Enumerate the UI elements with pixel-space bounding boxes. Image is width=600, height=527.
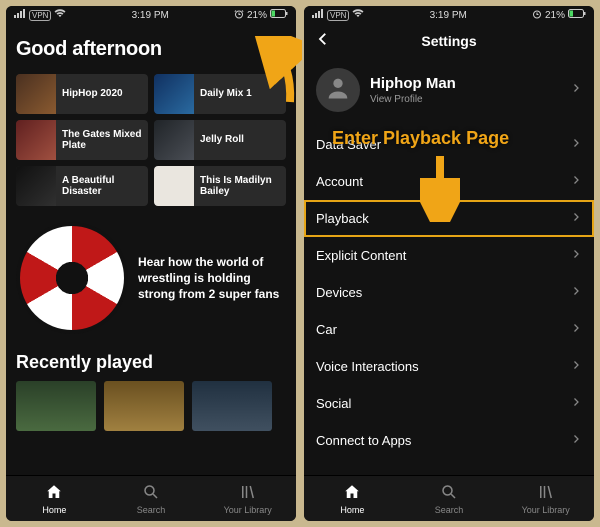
profile-name: Hiphop Man — [370, 75, 456, 92]
battery-percent: 21% — [247, 10, 267, 21]
nav-label: Home — [42, 505, 66, 515]
status-bar: VPN 3:19 PM 21% — [6, 6, 296, 24]
recently-played-row[interactable] — [6, 377, 296, 431]
recent-card[interactable] — [192, 381, 272, 431]
chevron-right-icon — [570, 137, 582, 152]
home-icon — [343, 483, 361, 503]
mix-tile[interactable]: Jelly Roll — [154, 120, 286, 160]
promo-artwork — [16, 222, 128, 334]
mix-tile[interactable]: The Gates Mixed Plate — [16, 120, 148, 160]
annotation-arrow-to-playback — [420, 152, 460, 222]
search-icon — [440, 483, 458, 503]
recently-played-heading: Recently played — [6, 340, 296, 377]
nav-label: Search — [137, 505, 166, 515]
menu-item-devices[interactable]: Devices — [304, 274, 594, 311]
wifi-icon — [54, 9, 66, 21]
status-time: 3:19 PM — [132, 10, 169, 21]
greeting-heading: Good afternoon — [16, 38, 162, 61]
menu-item-label: Playback — [316, 211, 369, 226]
signal-icon — [312, 9, 324, 21]
menu-item-label: Data Saver — [316, 137, 381, 152]
recent-card[interactable] — [104, 381, 184, 431]
menu-item-label: Explicit Content — [316, 248, 406, 263]
wifi-icon — [352, 9, 364, 21]
mix-tile[interactable]: A Beautiful Disaster — [16, 166, 148, 206]
menu-item-label: Account — [316, 174, 363, 189]
mix-tile-label: HipHop 2020 — [56, 88, 129, 100]
mix-tile-label: This Is Madilyn Bailey — [194, 175, 286, 198]
phone-settings: VPN 3:19 PM 21% Settings — [304, 6, 594, 521]
avatar — [316, 68, 360, 112]
chevron-right-icon — [570, 285, 582, 300]
vpn-indicator: VPN — [327, 10, 349, 21]
nav-label: Your Library — [224, 505, 272, 515]
menu-item-label: Car — [316, 322, 337, 337]
menu-item-label: Connect to Apps — [316, 433, 411, 448]
status-bar: VPN 3:19 PM 21% — [304, 6, 594, 24]
user-icon — [324, 74, 352, 107]
chevron-right-icon — [570, 248, 582, 263]
battery-icon — [270, 9, 288, 21]
nav-label: Search — [435, 505, 464, 515]
nav-search[interactable]: Search — [103, 476, 200, 521]
mix-tile-label: The Gates Mixed Plate — [56, 129, 148, 152]
vpn-indicator: VPN — [29, 10, 51, 21]
chevron-right-icon — [570, 433, 582, 448]
mix-tile[interactable]: HipHop 2020 — [16, 74, 148, 114]
nav-home[interactable]: Home — [304, 476, 401, 521]
search-icon — [142, 483, 160, 503]
promo-text: Hear how the world of wrestling is holdi… — [138, 254, 286, 303]
settings-title: Settings — [304, 33, 594, 49]
chevron-right-icon — [570, 359, 582, 374]
bottom-nav: Home Search Your Library — [6, 475, 296, 521]
annotation-arrow-to-gear — [242, 36, 302, 106]
alarm-icon — [532, 9, 542, 22]
nav-library[interactable]: Your Library — [497, 476, 594, 521]
chevron-right-icon — [570, 174, 582, 189]
signal-icon — [14, 9, 26, 21]
mix-tile-label: Jelly Roll — [194, 134, 250, 146]
status-time: 3:19 PM — [430, 10, 467, 21]
nav-label: Your Library — [522, 505, 570, 515]
chevron-right-icon — [570, 396, 582, 411]
profile-subtitle: View Profile — [370, 94, 456, 105]
menu-item-label: Social — [316, 396, 351, 411]
menu-item-connect[interactable]: Connect to Apps — [304, 422, 594, 459]
profile-row[interactable]: Hiphop Man View Profile — [304, 58, 594, 126]
nav-home[interactable]: Home — [6, 476, 103, 521]
menu-item-social[interactable]: Social — [304, 385, 594, 422]
nav-search[interactable]: Search — [401, 476, 498, 521]
chevron-right-icon — [570, 211, 582, 226]
menu-item-car[interactable]: Car — [304, 311, 594, 348]
menu-item-label: Voice Interactions — [316, 359, 419, 374]
nav-library[interactable]: Your Library — [199, 476, 296, 521]
library-icon — [239, 483, 257, 503]
library-icon — [537, 483, 555, 503]
alarm-icon — [234, 9, 244, 22]
nav-label: Home — [340, 505, 364, 515]
battery-percent: 21% — [545, 10, 565, 21]
home-icon — [45, 483, 63, 503]
promo-card[interactable]: Hear how the world of wrestling is holdi… — [6, 208, 296, 340]
mix-tile[interactable]: This Is Madilyn Bailey — [154, 166, 286, 206]
menu-item-label: Devices — [316, 285, 362, 300]
chevron-right-icon — [570, 81, 582, 99]
recent-card[interactable] — [16, 381, 96, 431]
mix-tile-label: A Beautiful Disaster — [56, 175, 148, 198]
battery-icon — [568, 9, 586, 21]
menu-item-explicit[interactable]: Explicit Content — [304, 237, 594, 274]
bottom-nav: Home Search Your Library — [304, 475, 594, 521]
menu-item-voice[interactable]: Voice Interactions — [304, 348, 594, 385]
chevron-right-icon — [570, 322, 582, 337]
